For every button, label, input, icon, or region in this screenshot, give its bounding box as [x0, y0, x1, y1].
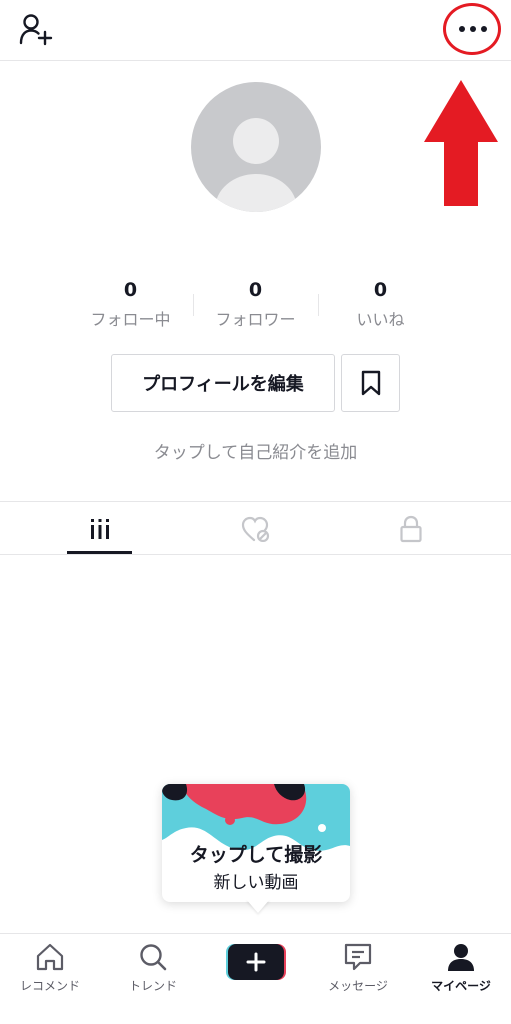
nav-mypage[interactable]: マイページ — [411, 934, 511, 1004]
tooltip-title: タップして撮影 — [189, 844, 323, 866]
more-horizontal-icon — [459, 26, 487, 32]
nav-trend[interactable]: トレンド — [103, 934, 203, 1004]
edit-profile-button[interactable]: プロフィールを編集 — [111, 354, 335, 412]
avatar[interactable] — [191, 82, 321, 212]
message-icon — [344, 943, 372, 971]
nav-messages-label: メッセージ — [328, 979, 388, 993]
profile-stats: 0 フォロー中 0 フォロワー 0 いいね — [68, 278, 443, 338]
grid-icon — [91, 519, 109, 539]
search-icon — [140, 944, 167, 971]
tab-private[interactable] — [351, 502, 471, 556]
tab-videos[interactable] — [40, 502, 160, 556]
stat-following[interactable]: 0 フォロー中 — [68, 278, 193, 338]
record-tooltip[interactable]: タップして撮影 新しい動画 — [162, 784, 350, 902]
tab-liked[interactable] — [196, 502, 316, 556]
bio-placeholder[interactable]: タップして自己紹介を追加 — [0, 438, 511, 463]
stat-likes-label: いいね — [356, 310, 405, 329]
nav-recommend[interactable]: レコメンド — [0, 934, 100, 1004]
nav-trend-label: トレンド — [128, 979, 177, 993]
tooltip-subtitle: 新しい動画 — [213, 873, 299, 893]
profile-icon — [448, 944, 474, 971]
content-tabs — [0, 501, 511, 555]
nav-mypage-label: マイページ — [431, 979, 491, 993]
bookmark-icon — [361, 370, 380, 396]
active-tab-indicator — [67, 551, 132, 554]
person-add-icon — [19, 14, 53, 46]
annotation-arrow-icon — [424, 80, 498, 206]
stat-likes-value: 0 — [373, 279, 388, 301]
stat-followers[interactable]: 0 フォロワー — [193, 278, 318, 338]
favorites-button[interactable] — [341, 354, 400, 412]
stat-likes[interactable]: 0 いいね — [318, 278, 443, 338]
liked-heart-icon — [241, 516, 270, 542]
create-button[interactable] — [226, 944, 286, 980]
top-bar — [0, 0, 511, 61]
nav-messages[interactable]: メッセージ — [308, 934, 408, 1004]
add-friend-button[interactable] — [18, 12, 58, 48]
more-button[interactable] — [443, 3, 505, 58]
nav-recommend-label: レコメンド — [19, 979, 80, 993]
home-icon — [36, 943, 64, 971]
stat-followers-label: フォロワー — [215, 310, 296, 329]
stat-following-value: 0 — [123, 279, 138, 301]
lock-icon — [400, 515, 422, 543]
stat-following-label: フォロー中 — [90, 310, 171, 329]
tooltip-pointer — [246, 899, 270, 913]
stat-followers-value: 0 — [248, 279, 263, 301]
